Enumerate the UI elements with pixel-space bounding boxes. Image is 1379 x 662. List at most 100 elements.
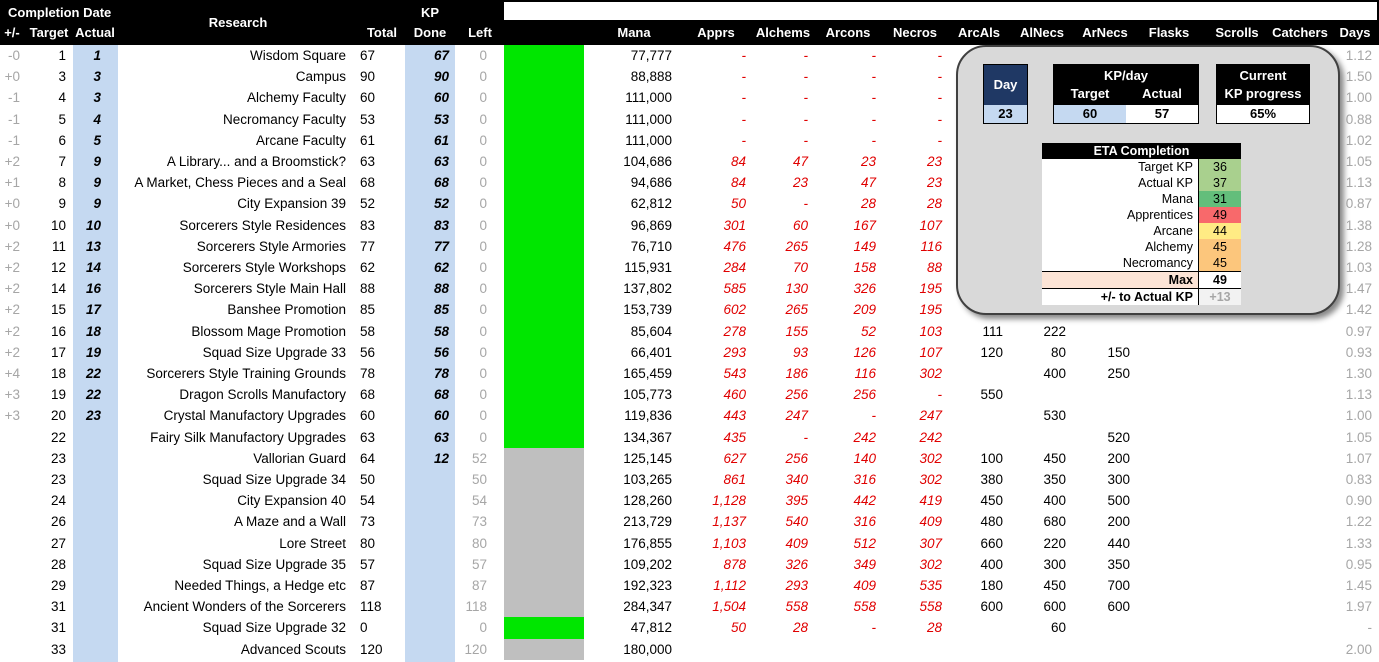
row-arcons: - (871, 48, 877, 63)
row-alchems: - (803, 48, 809, 63)
row-alchems: - (803, 132, 809, 148)
row-target: 10 (50, 217, 66, 233)
row-arcons: - (871, 111, 877, 127)
row-actual: 9 (93, 175, 101, 191)
row-apprs: 443 (723, 408, 746, 424)
row-mana: 76,710 (630, 238, 672, 254)
row-necros: - (937, 90, 943, 106)
row-apprs: 1,137 (712, 514, 746, 530)
row-necros: - (937, 111, 943, 127)
header-target: Target (29, 25, 69, 40)
row-arcons: 28 (860, 196, 876, 212)
row-total: 118 (360, 599, 382, 615)
row-total: 87 (360, 578, 376, 593)
row-progress-bar (504, 617, 584, 640)
row-alnecs: 350 (1043, 472, 1066, 487)
header-scrolls: Scrolls (1215, 25, 1259, 40)
row-necros: 107 (919, 344, 942, 360)
eta-row-value: 45 (1198, 239, 1241, 255)
row-alchems: 326 (785, 556, 808, 572)
kp-summary-panel: Day 23 KP/day Target Actual 60 57 Curren… (956, 45, 1340, 315)
row-progress-bar (504, 151, 584, 173)
day-label: Day (984, 65, 1027, 105)
eta-rows: Target KP 36 Actual KP 37 Mana 31 Apprentices 4… (1042, 159, 1241, 271)
row-done: 77 (433, 238, 449, 254)
row-arnecs (1072, 617, 1130, 638)
row-plus-minus: +2 (4, 281, 20, 297)
row-arnecs: 350 (1107, 556, 1130, 572)
row-research: Squad Size Upgrade 33 (202, 344, 346, 360)
row-left: 0 (479, 429, 487, 445)
day-value: 23 (984, 105, 1027, 123)
row-target: 27 (50, 535, 66, 551)
row-mana: 96,869 (630, 217, 672, 233)
row-necros: 195 (919, 302, 942, 318)
row-alchems: 130 (785, 281, 808, 297)
row-alchems: 409 (785, 535, 808, 551)
eta-max-label: Max (1168, 273, 1193, 287)
row-necros: 88 (926, 260, 942, 275)
row-done: 56 (433, 344, 449, 360)
row-necros: 195 (919, 281, 942, 297)
row-total: 78 (360, 366, 376, 381)
row-progress-bar (504, 257, 584, 279)
row-done (405, 511, 449, 532)
row-plus-minus: +2 (4, 323, 20, 339)
row-total: 64 (360, 450, 376, 466)
row-research: Vallorian Guard (253, 450, 346, 466)
row-research: Lore Street (279, 535, 346, 551)
row-left: 0 (479, 620, 487, 636)
row-days: 1.33 (1345, 535, 1372, 551)
row-research: Squad Size Upgrade 35 (202, 556, 346, 572)
row-actual (73, 511, 101, 532)
row-alchems: 558 (785, 599, 808, 615)
row-mana: 125,145 (623, 450, 672, 466)
header-kp: KP (420, 5, 440, 20)
row-arnecs: 600 (1107, 599, 1130, 615)
row-days: 1.00 (1345, 408, 1372, 424)
row-total: 77 (360, 238, 376, 254)
row-apprs: 84 (730, 175, 746, 191)
row-plus-minus (0, 427, 20, 448)
row-progress-bar (504, 426, 584, 449)
row-apprs: 284 (723, 260, 746, 275)
row-actual (73, 596, 101, 617)
row-arcons: 512 (853, 535, 876, 551)
row-left: 0 (479, 132, 487, 148)
row-alnecs: 450 (1043, 578, 1066, 593)
row-target: 14 (50, 281, 66, 297)
row-arnecs: 520 (1107, 429, 1130, 445)
row-actual: 3 (93, 90, 101, 106)
row-alchems: 293 (785, 578, 808, 593)
row-necros: 409 (919, 514, 942, 530)
row-arcons: - (871, 69, 877, 85)
row-necros: 242 (919, 429, 942, 445)
row-progress-bar (504, 532, 584, 555)
row-total: 68 (360, 175, 376, 191)
row-progress-bar (504, 596, 584, 618)
row-done: 62 (433, 260, 449, 275)
row-done (405, 575, 449, 596)
row-target: 26 (50, 514, 66, 530)
row-done: 60 (433, 408, 449, 424)
row-target: 19 (50, 387, 66, 403)
row-necros: 28 (926, 620, 942, 636)
row-alnecs (1010, 384, 1066, 405)
row-progress-bar (504, 108, 584, 131)
row-arcals: 400 (980, 556, 1003, 572)
eta-row-value: 44 (1198, 223, 1241, 239)
row-target: 22 (50, 429, 66, 445)
eta-row-label: Target KP (1138, 160, 1193, 174)
row-left: 0 (479, 344, 487, 360)
row-progress-bar (504, 320, 584, 343)
kp-actual-label: Actual (1142, 86, 1182, 101)
row-mana: 105,773 (623, 387, 672, 403)
row-apprs: 50 (730, 620, 746, 636)
row-research: Crystal Manufactory Upgrades (163, 408, 346, 424)
row-alchems: - (803, 69, 809, 85)
row-done: 68 (433, 175, 449, 191)
row-actual (73, 427, 101, 448)
row-mana: 115,931 (624, 260, 672, 275)
row-arcons: 149 (853, 238, 876, 254)
row-plus-minus (0, 511, 20, 532)
